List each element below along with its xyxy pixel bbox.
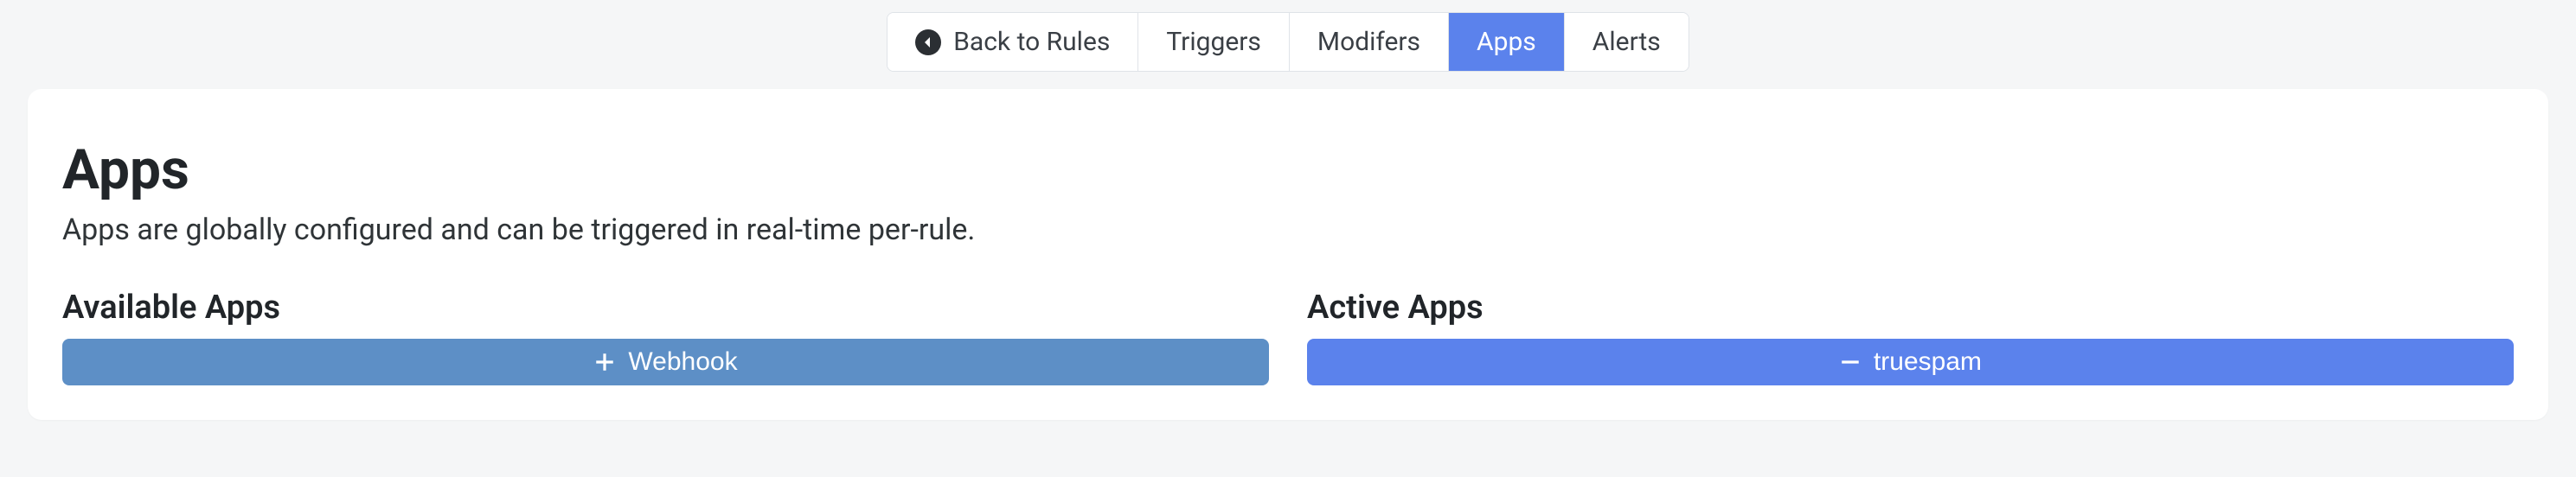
- columns: Available Apps Webhook Active Apps trues…: [62, 289, 2514, 385]
- page-title: Apps: [62, 137, 2514, 202]
- tab-group: Back to Rules Triggers Modifers Apps Ale…: [887, 12, 1689, 72]
- tab-alerts[interactable]: Alerts: [1565, 13, 1688, 71]
- tab-modifiers[interactable]: Modifers: [1290, 13, 1449, 71]
- tab-label: Back to Rules: [953, 27, 1110, 57]
- tab-label: Triggers: [1166, 27, 1261, 57]
- tab-bar: Back to Rules Triggers Modifers Apps Ale…: [0, 0, 2576, 89]
- main-card: Apps Apps are globally configured and ca…: [28, 89, 2548, 420]
- active-apps-heading: Active Apps: [1307, 289, 2514, 327]
- app-button-label: Webhook: [628, 347, 737, 377]
- tab-label: Apps: [1477, 27, 1536, 57]
- add-webhook-button[interactable]: Webhook: [62, 339, 1269, 385]
- app-button-label: truespam: [1874, 347, 1982, 377]
- tab-label: Modifers: [1317, 27, 1420, 57]
- remove-truespam-button[interactable]: truespam: [1307, 339, 2514, 385]
- back-arrow-icon: [915, 29, 941, 55]
- available-apps-heading: Available Apps: [62, 289, 1269, 327]
- tab-apps[interactable]: Apps: [1449, 13, 1565, 71]
- tab-triggers[interactable]: Triggers: [1138, 13, 1290, 71]
- page-subtitle: Apps are globally configured and can be …: [62, 213, 2514, 247]
- available-apps-column: Available Apps Webhook: [62, 289, 1269, 385]
- tab-label: Alerts: [1592, 27, 1661, 57]
- plus-icon: [593, 351, 616, 373]
- minus-icon: [1839, 351, 1862, 373]
- tab-back-to-rules[interactable]: Back to Rules: [888, 13, 1138, 71]
- active-apps-column: Active Apps truespam: [1307, 289, 2514, 385]
